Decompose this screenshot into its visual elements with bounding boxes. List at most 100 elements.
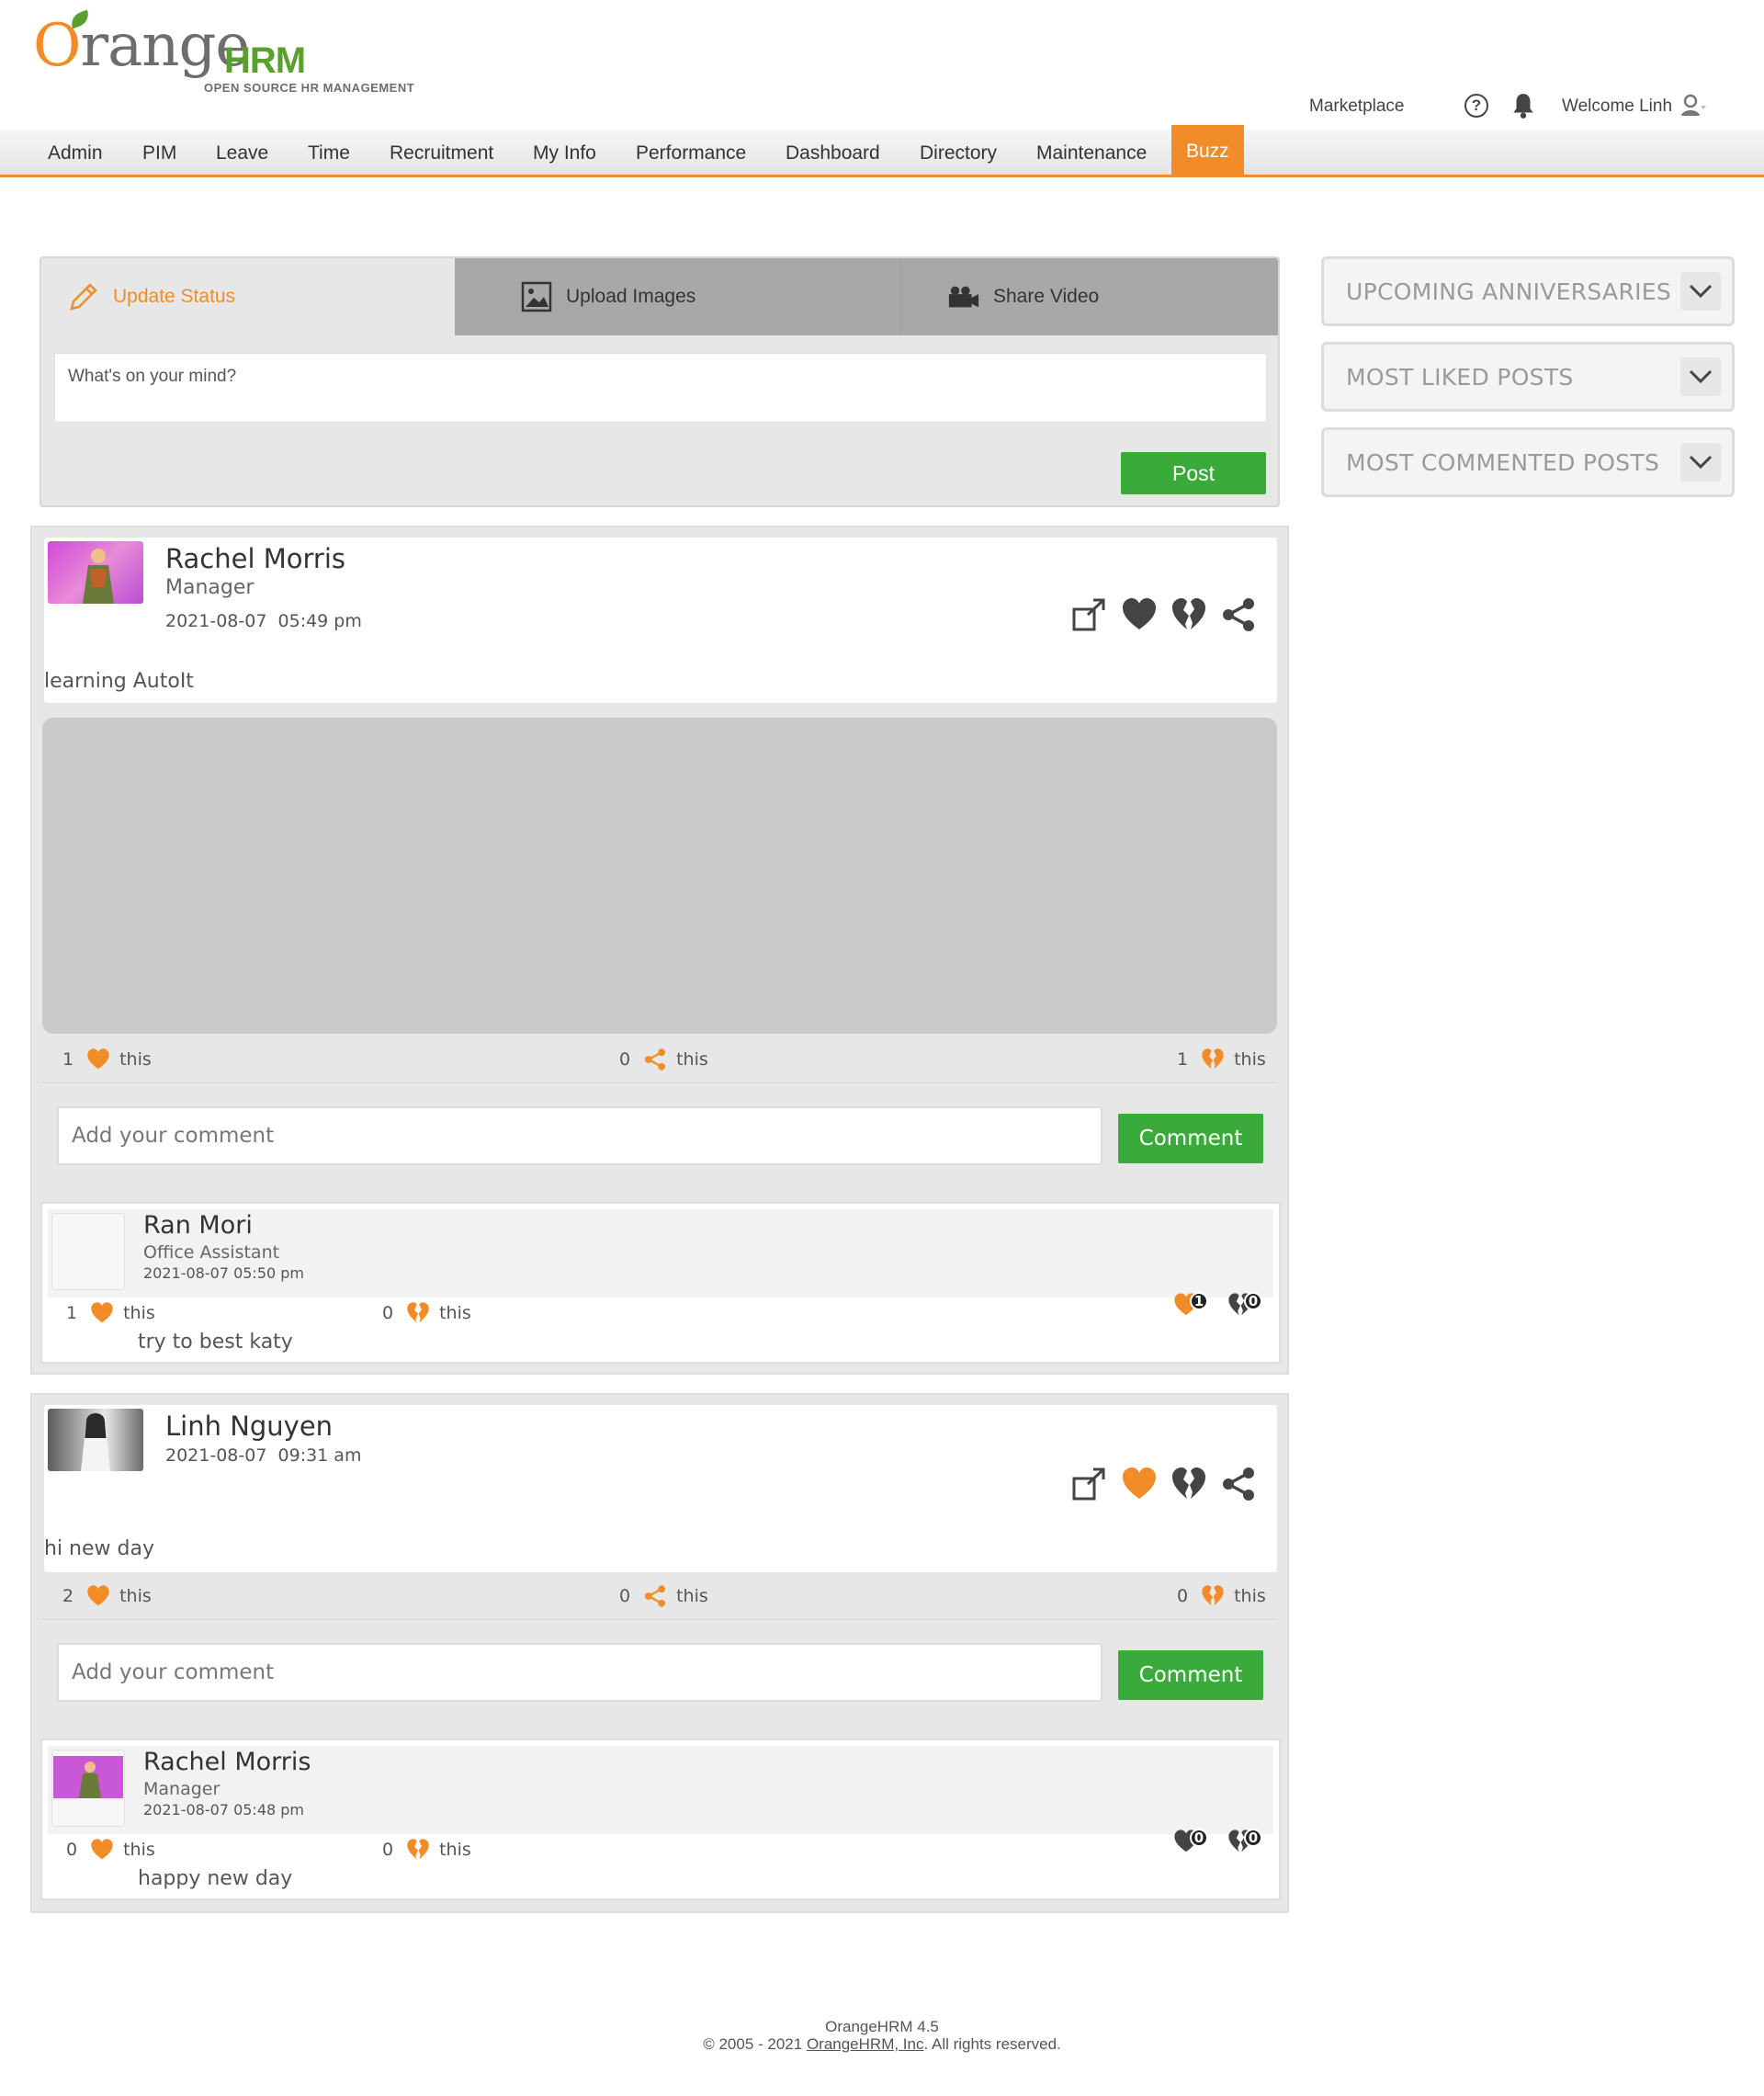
- dislike-count[interactable]: 0 this: [382, 1838, 471, 1862]
- shared-post-text: try to best katy: [138, 1331, 293, 1354]
- widget-upcoming-anniversaries[interactable]: UPCOMING ANNIVERSARIES: [1321, 256, 1735, 326]
- like-count[interactable]: 0 this: [66, 1838, 155, 1862]
- logo-wordmark: Orange: [33, 12, 250, 80]
- tab-upload-images-label: Upload Images: [566, 286, 696, 307]
- like-heart-icon[interactable]: [1121, 596, 1158, 633]
- logo-hrm: HRM: [224, 40, 306, 81]
- user-avatar-icon[interactable]: [1679, 92, 1707, 119]
- like-count[interactable]: 1 this: [66, 1301, 155, 1325]
- buzz-composer: Update Status Upload Images Share Video …: [40, 256, 1280, 507]
- tab-share-video[interactable]: Share Video: [900, 258, 1278, 335]
- avatar[interactable]: [48, 541, 143, 604]
- post-actions: [1071, 596, 1257, 633]
- dislike-broken-heart-icon: [407, 1839, 429, 1860]
- post-text: hi new day: [44, 1537, 154, 1560]
- nav-pim[interactable]: PIM: [142, 130, 176, 177]
- post-button[interactable]: Post: [1121, 452, 1266, 494]
- avatar[interactable]: [51, 1213, 125, 1290]
- share-box-icon[interactable]: [1071, 1466, 1108, 1502]
- shared-post-author[interactable]: Rachel Morris: [143, 1748, 311, 1776]
- comment-input[interactable]: Add your comment: [57, 1643, 1102, 1702]
- image-icon: [520, 280, 553, 313]
- widget-most-commented-posts[interactable]: MOST COMMENTED POSTS: [1321, 427, 1735, 497]
- avatar[interactable]: [51, 1750, 125, 1827]
- nav-recruitment[interactable]: Recruitment: [390, 130, 493, 177]
- chevron-down-icon[interactable]: [1680, 272, 1721, 311]
- shared-post-date: 2021-08-07 05:48 pm: [143, 1801, 305, 1818]
- dislike-broken-heart-icon: [407, 1302, 429, 1323]
- buzz-post: Linh Nguyen 2021-08-07 09:31 am hi new d…: [30, 1393, 1289, 1913]
- nav-performance[interactable]: Performance: [636, 130, 746, 177]
- nav-directory[interactable]: Directory: [920, 130, 997, 177]
- dislike-broken-heart-icon[interactable]: [1170, 596, 1207, 633]
- dislike-count[interactable]: 0 this: [1177, 1584, 1266, 1608]
- share-icon: [645, 1048, 666, 1071]
- avatar[interactable]: [48, 1409, 143, 1471]
- main-navbar: Admin PIM Leave Time Recruitment My Info…: [0, 125, 1764, 177]
- dislike-broken-heart-icon[interactable]: [1170, 1466, 1207, 1502]
- nav-leave[interactable]: Leave: [216, 130, 268, 177]
- share-icon[interactable]: [1220, 596, 1257, 633]
- widget-most-liked-posts-title: MOST LIKED POSTS: [1346, 363, 1574, 391]
- chevron-down-icon[interactable]: [1680, 357, 1721, 396]
- like-heart-icon: [87, 1585, 109, 1606]
- tab-update-status-label: Update Status: [113, 286, 236, 307]
- status-input[interactable]: What's on your mind?: [54, 353, 1267, 423]
- orangehrm-logo[interactable]: Orange HRM OPEN SOURCE HR MANAGEMENT: [33, 9, 437, 101]
- post-author-job: Manager: [165, 576, 254, 599]
- nav-maintenance[interactable]: Maintenance: [1036, 130, 1147, 177]
- share-icon: [645, 1585, 666, 1607]
- share-box-icon[interactable]: [1071, 596, 1108, 633]
- nav-admin[interactable]: Admin: [48, 130, 103, 177]
- comment-button[interactable]: Comment: [1118, 1114, 1263, 1163]
- post-image-placeholder[interactable]: [42, 718, 1277, 1034]
- post-date: 2021-08-07 09:31 am: [165, 1445, 362, 1466]
- logo-tagline: OPEN SOURCE HR MANAGEMENT: [204, 81, 415, 95]
- widget-most-liked-posts[interactable]: MOST LIKED POSTS: [1321, 342, 1735, 412]
- divider: [42, 1619, 1277, 1620]
- like-heart-icon[interactable]: [1121, 1466, 1158, 1502]
- shared-dislike-badge[interactable]: 0: [1227, 1292, 1262, 1318]
- share-count[interactable]: 0 this: [619, 1048, 708, 1071]
- like-count[interactable]: 2 this: [62, 1584, 152, 1608]
- comment-input[interactable]: Add your comment: [57, 1106, 1102, 1165]
- tab-upload-images[interactable]: Upload Images: [480, 258, 899, 335]
- widget-upcoming-anniversaries-title: UPCOMING ANNIVERSARIES: [1346, 278, 1672, 305]
- like-heart-icon: [91, 1302, 113, 1323]
- divider: [42, 1082, 1277, 1083]
- notification-bell-icon[interactable]: [1511, 92, 1535, 119]
- dislike-count[interactable]: 1 this: [1177, 1048, 1266, 1071]
- tab-share-video-label: Share Video: [993, 286, 1100, 307]
- share-icon[interactable]: [1220, 1466, 1257, 1502]
- welcome-user-menu[interactable]: Welcome Linh: [1562, 90, 1672, 123]
- shared-like-badge[interactable]: 0: [1173, 1829, 1208, 1854]
- nav-buzz[interactable]: Buzz: [1171, 125, 1244, 177]
- shared-post-text: happy new day: [138, 1867, 293, 1890]
- shared-post-header: Rachel Morris Manager 2021-08-07 05:48 p…: [48, 1746, 1273, 1834]
- post-header: Linh Nguyen 2021-08-07 09:31 am hi new d…: [44, 1405, 1277, 1572]
- like-count[interactable]: 1 this: [62, 1048, 152, 1071]
- nav-dashboard[interactable]: Dashboard: [786, 130, 880, 177]
- dislike-count[interactable]: 0 this: [382, 1301, 471, 1325]
- shared-post-author[interactable]: Ran Mori: [143, 1211, 253, 1240]
- post-date: 2021-08-07 05:49 pm: [165, 611, 362, 631]
- footer-copyright: © 2005 - 2021 OrangeHRM, Inc. All rights…: [703, 2035, 1061, 2053]
- widget-most-commented-posts-title: MOST COMMENTED POSTS: [1346, 448, 1660, 476]
- buzz-post: Rachel Morris Manager 2021-08-07 05:49 p…: [30, 526, 1289, 1375]
- help-icon[interactable]: ?: [1464, 94, 1488, 118]
- nav-my-info[interactable]: My Info: [533, 130, 596, 177]
- shared-post-job: Manager: [143, 1779, 220, 1799]
- comment-button[interactable]: Comment: [1118, 1650, 1263, 1700]
- share-count[interactable]: 0 this: [619, 1584, 708, 1608]
- tab-update-status[interactable]: Update Status: [41, 258, 455, 335]
- shared-like-badge[interactable]: 1: [1173, 1292, 1208, 1318]
- like-heart-icon: [91, 1839, 113, 1860]
- shared-dislike-badge[interactable]: 0: [1227, 1829, 1262, 1854]
- post-author[interactable]: Rachel Morris: [165, 543, 345, 574]
- footer-company-link[interactable]: OrangeHRM, Inc: [807, 2035, 924, 2053]
- shared-post-date: 2021-08-07 05:50 pm: [143, 1264, 305, 1282]
- marketplace-link[interactable]: Marketplace: [1309, 90, 1405, 123]
- post-author[interactable]: Linh Nguyen: [165, 1411, 333, 1442]
- chevron-down-icon[interactable]: [1680, 443, 1721, 482]
- nav-time[interactable]: Time: [308, 130, 350, 177]
